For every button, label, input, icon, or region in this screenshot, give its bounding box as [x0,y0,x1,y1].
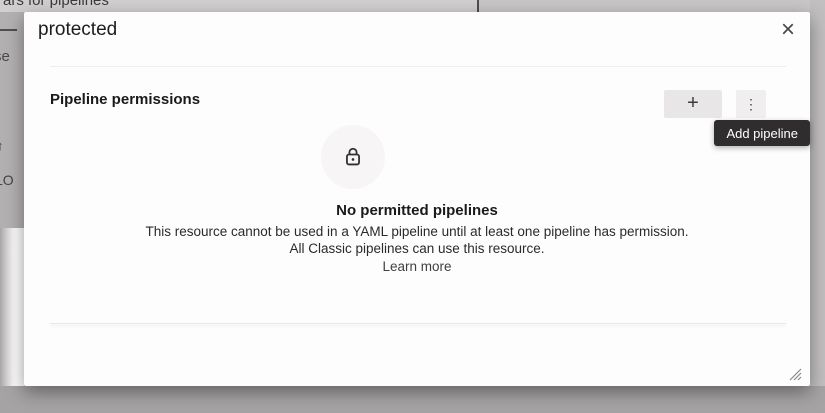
page-backdrop-right [810,0,825,413]
background-text-fragment: ↑ [0,138,4,153]
tooltip-label: Add pipeline [726,126,798,141]
background-text-fragment: ars for pipelines [3,0,109,9]
add-pipeline-button[interactable]: + [664,90,722,118]
empty-state-icon-circle [321,125,385,189]
more-options-icon: ⋮ [744,97,758,111]
dialog-title: protected [38,19,117,41]
page-backdrop-left-panel [0,228,24,386]
divider [50,66,786,67]
empty-state-description-line2: All Classic pipelines can use this resou… [44,241,790,256]
section-heading: Pipeline permissions [50,91,200,108]
resize-handle-icon[interactable] [787,367,803,381]
background-divider [477,0,479,12]
more-options-button[interactable]: ⋮ [736,90,766,118]
close-icon: × [781,18,795,42]
close-button[interactable]: × [771,14,805,46]
plus-icon: + [687,93,699,113]
background-text-fragment: LO [0,172,14,188]
background-divider [0,29,17,31]
pipeline-permissions-dialog: protected × Pipeline permissions + ⋮ Add… [24,12,810,386]
lock-icon [342,146,364,168]
divider [50,323,786,324]
page-backdrop-top: ars for pipelines [0,0,825,12]
page-backdrop-bottom [0,386,825,413]
add-pipeline-tooltip: Add pipeline [714,120,810,146]
learn-more-link[interactable]: Learn more [44,259,790,274]
background-text-fragment: se [0,48,10,65]
page-backdrop-top-right [479,0,825,12]
empty-state-title: No permitted pipelines [44,202,790,219]
empty-state-description-line1: This resource cannot be used in a YAML p… [44,224,790,239]
